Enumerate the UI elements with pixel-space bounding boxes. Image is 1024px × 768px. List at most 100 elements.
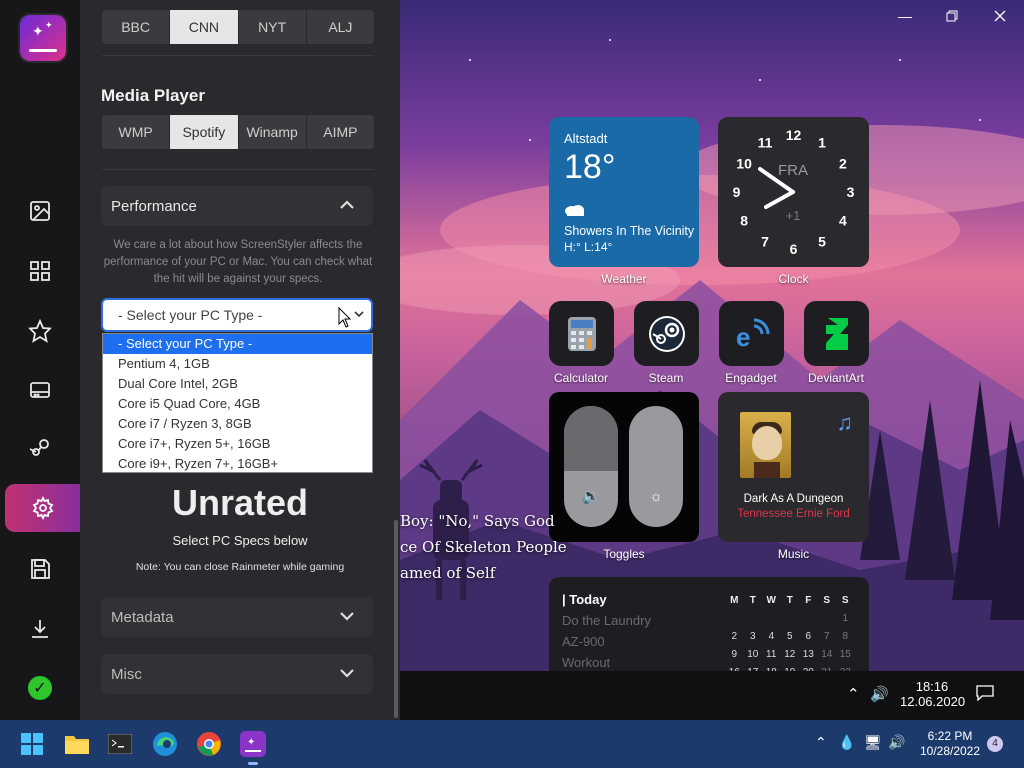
- news-option-bbc[interactable]: BBC: [102, 10, 171, 44]
- pc-type-select[interactable]: - Select your PC Type -: [101, 298, 373, 332]
- metadata-accordion-header[interactable]: Metadata: [101, 597, 373, 637]
- divider: [102, 55, 374, 56]
- pc-type-option[interactable]: Dual Core Intel, 2GB: [103, 374, 372, 394]
- calendar-day[interactable]: 11: [762, 649, 781, 667]
- screenstyler-logo[interactable]: ✦ ✦: [20, 15, 66, 61]
- tray-volume-icon[interactable]: 🔊: [888, 734, 905, 751]
- taskbar-edge[interactable]: [150, 729, 180, 759]
- music-widget[interactable]: ♫ Dark As A Dungeon Tennessee Ernie Ford: [718, 392, 869, 542]
- calendar-task[interactable]: Workout: [562, 655, 610, 670]
- calendar-day[interactable]: [744, 613, 763, 631]
- taskbar-screenstyler[interactable]: ✦: [238, 729, 268, 765]
- clock-number: 12: [786, 127, 802, 143]
- news-option-alj[interactable]: ALJ: [307, 10, 374, 44]
- calendar-day[interactable]: [762, 613, 781, 631]
- clock-widget[interactable]: FRA +1 12 1 2 3 4 5 6 7 8 9 10 11: [718, 117, 869, 267]
- terminal-icon: [108, 734, 132, 754]
- deviantart-icon: [825, 317, 848, 350]
- calendar-week-row: 9 10 11 12 13 14 15: [725, 649, 855, 667]
- rail-save[interactable]: [0, 545, 80, 593]
- deviantart-app-tile[interactable]: [804, 301, 869, 366]
- close-button[interactable]: [977, 4, 1023, 28]
- weather-widget[interactable]: Altstadt 18° Showers In The Vicinity H:°…: [549, 117, 699, 267]
- rail-status[interactable]: ✓: [0, 664, 80, 712]
- calendar-day[interactable]: 5: [781, 631, 800, 649]
- news-headline-2[interactable]: ce Of Skeleton People: [400, 538, 567, 556]
- rail-download[interactable]: [0, 605, 80, 653]
- engadget-app-tile[interactable]: e: [719, 301, 784, 366]
- performance-accordion-header[interactable]: Performance: [101, 186, 373, 226]
- calendar-day[interactable]: 15: [836, 649, 855, 667]
- start-button[interactable]: [17, 729, 47, 759]
- engadget-icon: e: [736, 318, 769, 352]
- clock-label: Clock: [778, 272, 809, 286]
- taskbar-chrome-canary[interactable]: [194, 729, 224, 759]
- clock-number: 1: [818, 135, 826, 151]
- calendar-day[interactable]: 12: [781, 649, 800, 667]
- calendar-weekday: S: [841, 595, 849, 606]
- calculator-app-tile[interactable]: [549, 301, 614, 366]
- rail-widgets[interactable]: [0, 247, 80, 295]
- misc-accordion-header[interactable]: Misc: [101, 654, 373, 694]
- calendar-day[interactable]: 7: [818, 631, 837, 649]
- rail-wallpapers[interactable]: [0, 187, 80, 235]
- pc-type-option[interactable]: Core i9+, Ryzen 7+, 16GB+: [103, 454, 372, 474]
- weather-condition: Showers In The Vicinity: [564, 224, 695, 238]
- calendar-day[interactable]: [781, 613, 800, 631]
- panel-scrollbar[interactable]: [394, 520, 398, 718]
- news-headline-3[interactable]: amed of Self: [400, 564, 495, 582]
- calendar-day[interactable]: 13: [799, 649, 818, 667]
- calendar-day[interactable]: 2: [725, 631, 744, 649]
- pc-type-option[interactable]: Core i7 / Ryzen 3, 8GB: [103, 414, 372, 434]
- volume-slider[interactable]: 🔉: [564, 406, 618, 527]
- speaker-icon[interactable]: 🔊: [870, 685, 889, 703]
- chevron-up-icon[interactable]: ⌃: [847, 685, 860, 703]
- calendar-day[interactable]: 14: [818, 649, 837, 667]
- calendar-day[interactable]: 9: [725, 649, 744, 667]
- calendar-day[interactable]: 3: [744, 631, 763, 649]
- calendar-day[interactable]: [818, 613, 837, 631]
- brightness-slider[interactable]: ☼: [629, 406, 683, 527]
- calendar-task[interactable]: Do the Laundry: [562, 613, 651, 628]
- pc-type-option[interactable]: Core i7+, Ryzen 5+, 16GB: [103, 434, 372, 454]
- calendar-widget: | Today Do the Laundry AZ-900 Workout MT…: [549, 577, 869, 677]
- clock-offset: +1: [786, 208, 801, 223]
- notification-icon[interactable]: [976, 685, 994, 705]
- rail-drives[interactable]: [0, 366, 80, 414]
- steam-app-tile[interactable]: [634, 301, 699, 366]
- rail-gaming[interactable]: [0, 424, 80, 472]
- calendar-day[interactable]: 1: [836, 613, 855, 631]
- player-option-winamp[interactable]: Winamp: [239, 115, 307, 149]
- news-option-cnn[interactable]: CNN: [170, 10, 239, 44]
- taskbar-file-explorer[interactable]: [62, 729, 92, 759]
- calendar-day[interactable]: 4: [762, 631, 781, 649]
- player-option-aimp[interactable]: AIMP: [307, 115, 374, 149]
- notification-count-badge[interactable]: 4: [987, 736, 1003, 752]
- calendar-day[interactable]: 8: [836, 631, 855, 649]
- svg-text:✦: ✦: [247, 737, 255, 748]
- calendar-day[interactable]: 6: [799, 631, 818, 649]
- player-option-wmp[interactable]: WMP: [102, 115, 171, 149]
- pc-type-option[interactable]: Pentium 4, 1GB: [103, 354, 372, 374]
- calendar-day[interactable]: 10: [744, 649, 763, 667]
- maximize-button[interactable]: [929, 4, 975, 28]
- calendar-task[interactable]: AZ-900: [562, 634, 605, 649]
- tray-droplet-icon[interactable]: 💧: [838, 734, 855, 751]
- pc-type-option[interactable]: - Select your PC Type -: [103, 334, 372, 354]
- rail-favorites[interactable]: [0, 307, 80, 355]
- player-option-spotify[interactable]: Spotify: [170, 115, 239, 149]
- calendar-day[interactable]: [725, 613, 744, 631]
- news-option-nyt[interactable]: NYT: [239, 10, 307, 44]
- rail-settings[interactable]: [5, 484, 80, 532]
- media-player-heading: Media Player: [101, 86, 205, 105]
- taskbar-terminal[interactable]: [105, 729, 135, 759]
- pc-type-option[interactable]: Core i5 Quad Core, 4GB: [103, 394, 372, 414]
- calendar-today-heading: | Today: [562, 592, 607, 607]
- taskbar-clock[interactable]: 6:22 PM 10/28/2022: [905, 729, 995, 759]
- calendar-day[interactable]: [799, 613, 818, 631]
- news-headline-1[interactable]: Boy: "No," Says God: [400, 512, 555, 530]
- chevron-down-icon: [354, 311, 364, 318]
- minimize-button[interactable]: —: [882, 4, 928, 28]
- tray-network-icon[interactable]: 🖥: [864, 734, 882, 751]
- tray-chevron-up-icon[interactable]: ⌃: [815, 734, 827, 751]
